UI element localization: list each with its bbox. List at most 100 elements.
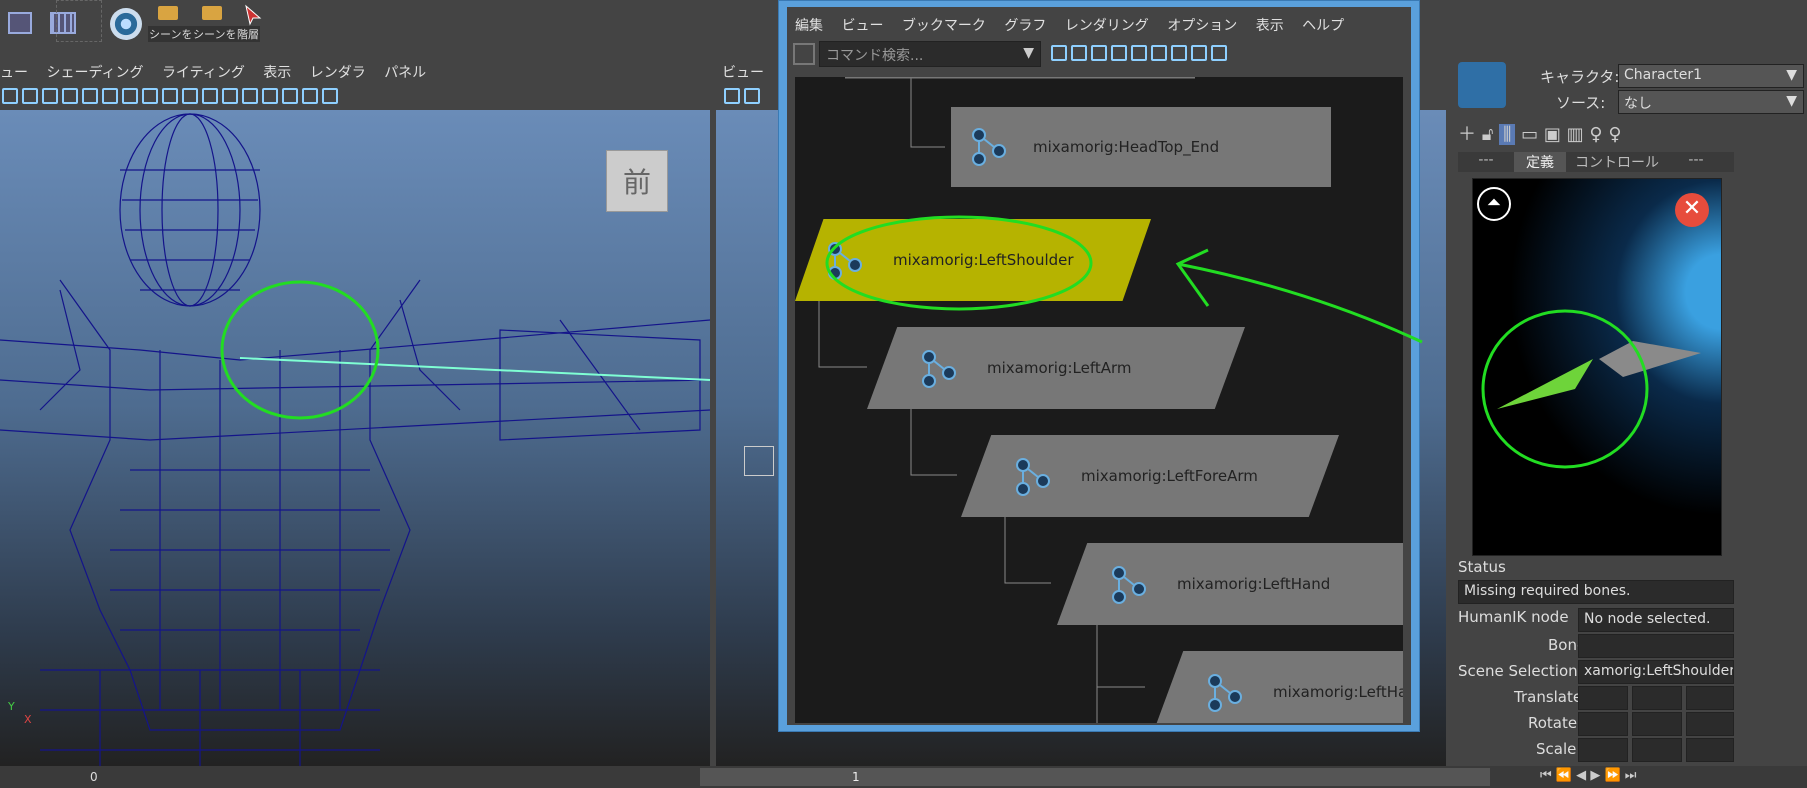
gate-mask-icon[interactable]: [142, 88, 158, 104]
view-cube[interactable]: 前: [606, 150, 668, 212]
more-icon[interactable]: [1211, 45, 1227, 61]
go-start-icon[interactable]: ⏮: [1540, 768, 1552, 783]
source-value: なし: [1624, 96, 1652, 112]
command-icon[interactable]: [793, 43, 815, 65]
hypergraph-window[interactable]: 編集 ビュー ブックマーク グラフ レンダリング オプション 表示 ヘルプ コマ…: [778, 0, 1420, 732]
viewport-toolbar: [722, 84, 782, 110]
layout-icon[interactable]: [1051, 45, 1067, 61]
go-end-icon[interactable]: ⏭: [1625, 768, 1637, 783]
scale-y-field[interactable]: [1632, 738, 1682, 762]
play-back-icon[interactable]: ◀: [1576, 768, 1586, 783]
menu-help[interactable]: ヘルプ: [1302, 18, 1344, 34]
menu-lighting[interactable]: ライティング: [162, 65, 245, 81]
scale-label: Scale: [1536, 740, 1577, 758]
resolution-gate-icon[interactable]: [122, 88, 138, 104]
menu-bookmarks[interactable]: ブックマーク: [902, 18, 986, 34]
hierarchy-button[interactable]: 階層: [236, 4, 272, 42]
character-dropdown[interactable]: Character1 ▼: [1618, 64, 1804, 88]
textured-icon[interactable]: [242, 88, 258, 104]
film-gate-icon[interactable]: [102, 88, 118, 104]
menu-shading[interactable]: シェーディング: [46, 65, 143, 81]
translate-x-field[interactable]: [1578, 686, 1628, 710]
xray-icon[interactable]: [322, 88, 338, 104]
folder-icon: [158, 6, 178, 20]
menu-view[interactable]: ビュー: [841, 18, 883, 34]
hierarchy-icon[interactable]: [1111, 45, 1127, 61]
camera-icon[interactable]: [2, 88, 18, 104]
menu-edit[interactable]: 編集: [795, 18, 823, 34]
mirror-icon[interactable]: ⫼: [1499, 124, 1516, 145]
menu-show[interactable]: 表示: [1256, 18, 1284, 34]
tab-left-more[interactable]: ---: [1458, 152, 1514, 172]
smooth-shade-icon[interactable]: [222, 88, 238, 104]
source-dropdown[interactable]: なし ▼: [1618, 90, 1804, 114]
hypergraph-panel: 編集 ビュー ブックマーク グラフ レンダリング オプション 表示 ヘルプ コマ…: [787, 7, 1411, 725]
tab-controls[interactable]: コントロール: [1566, 152, 1668, 172]
front-viewport: ュー シェーディング ライティング 表示 レンダラ パネル 前 Y X: [0, 62, 710, 766]
menu-graph[interactable]: グラフ: [1004, 18, 1046, 34]
figure-icon[interactable]: ♀: [1608, 124, 1621, 145]
disc-icon[interactable]: [106, 4, 142, 42]
save-scene-button[interactable]: シーンを: [192, 4, 238, 42]
rotate-x-field[interactable]: [1578, 712, 1628, 736]
menu-renderer[interactable]: レンダラ: [310, 65, 366, 81]
time-slider[interactable]: 0 1 ⏮ ⏪ ◀ ▶ ⏩ ⏭: [0, 766, 1807, 788]
camera-icon[interactable]: [724, 88, 740, 104]
bookmark-edit-icon[interactable]: [1191, 45, 1207, 61]
bookmark-add-icon[interactable]: [1171, 45, 1187, 61]
scale-x-field[interactable]: [1578, 738, 1628, 762]
shadows-icon[interactable]: [282, 88, 298, 104]
translate-z-field[interactable]: [1686, 686, 1734, 710]
humanik-node-label: HumanIK node: [1458, 608, 1569, 626]
open-scene-button[interactable]: シーンを: [148, 4, 194, 42]
grid-icon[interactable]: [4, 4, 40, 42]
tab-right-more[interactable]: ---: [1668, 152, 1724, 172]
rotate-z-field[interactable]: [1686, 712, 1734, 736]
folder-icon[interactable]: ▭: [1521, 124, 1538, 145]
bone-field[interactable]: [1578, 634, 1734, 658]
scale-z-field[interactable]: [1686, 738, 1734, 762]
axis-indicator: YX: [8, 700, 32, 726]
tab-definition[interactable]: 定義: [1514, 152, 1566, 172]
humanik-preview[interactable]: ⏶ ✕: [1472, 178, 1722, 556]
menu-rendering[interactable]: レンダリング: [1065, 18, 1149, 34]
lights-icon[interactable]: [262, 88, 278, 104]
add-icon[interactable]: ＋: [1458, 124, 1476, 145]
select-camera-icon[interactable]: [22, 88, 38, 104]
rotate-y-field[interactable]: [1632, 712, 1682, 736]
menu-options[interactable]: オプション: [1167, 18, 1237, 34]
step-forward-icon[interactable]: ⏩: [1604, 768, 1620, 783]
expand-icon[interactable]: [1091, 45, 1107, 61]
grid-toggle-icon[interactable]: [82, 88, 98, 104]
scene-selection-value: xamorig:LeftShoulder: [1584, 663, 1734, 679]
humanik-logo-icon[interactable]: [1458, 62, 1506, 108]
lock-icon[interactable]: 🔓︎: [1482, 124, 1494, 145]
save-icon[interactable]: ▣: [1544, 124, 1561, 145]
menu-show[interactable]: 表示: [263, 65, 291, 81]
hypergraph-toolbar: [1049, 41, 1399, 69]
menu-panels[interactable]: パネル: [384, 65, 426, 81]
timeline-start: 0: [90, 770, 98, 784]
isolate-icon[interactable]: [302, 88, 318, 104]
graph-down-icon[interactable]: [1151, 45, 1167, 61]
play-icon[interactable]: ▶: [1590, 768, 1600, 783]
graph-area[interactable]: mixamorig:HeadTop_End mixamorig:LeftShou…: [795, 77, 1403, 723]
collapse-icon[interactable]: [1071, 45, 1087, 61]
wireframe-icon[interactable]: [202, 88, 218, 104]
wireframe-scene[interactable]: 前 YX: [0, 110, 710, 766]
step-back-icon[interactable]: ⏪: [1556, 768, 1572, 783]
lock-icon[interactable]: [42, 88, 58, 104]
command-search-input[interactable]: コマンド検索... ▼: [819, 41, 1041, 67]
field-chart-icon[interactable]: [162, 88, 178, 104]
translate-y-field[interactable]: [1632, 686, 1682, 710]
graph-up-icon[interactable]: [1131, 45, 1147, 61]
bookmark-icon[interactable]: [62, 88, 78, 104]
select-camera-icon[interactable]: [744, 88, 760, 104]
safe-action-icon[interactable]: [182, 88, 198, 104]
chevron-down-icon[interactable]: ▼: [1023, 45, 1034, 61]
timeline-track[interactable]: [700, 768, 1490, 786]
menu-view[interactable]: ュー: [0, 65, 28, 81]
skeleton-icon[interactable]: ♀: [1589, 124, 1602, 145]
delete-icon[interactable]: ▥: [1567, 124, 1584, 145]
menu-view[interactable]: ビュー: [722, 65, 764, 81]
